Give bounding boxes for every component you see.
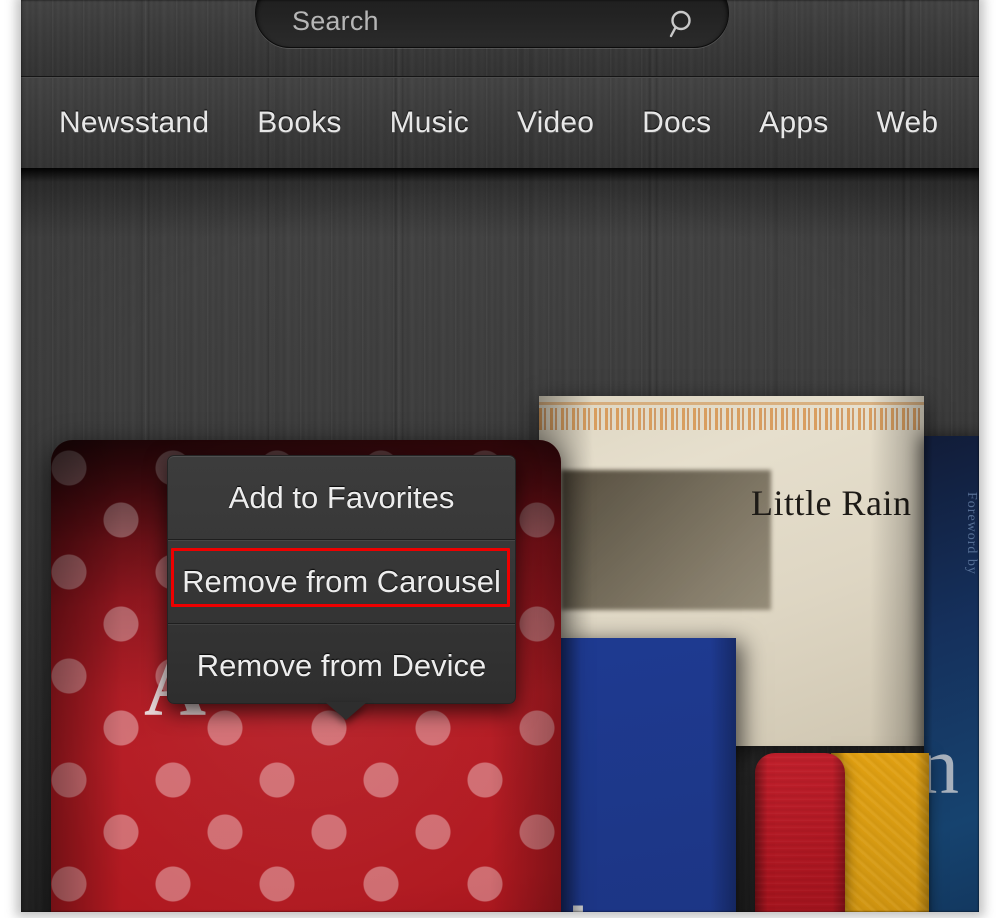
cover-text-line1: her xyxy=(568,893,678,912)
nav-item-newsstand[interactable]: Newsstand xyxy=(59,106,209,140)
menu-pointer-arrow xyxy=(325,702,367,720)
nav-item-web[interactable]: Web xyxy=(876,106,938,140)
cover-vertical-text: Foreword by xyxy=(964,492,979,575)
cover-orange-book[interactable]: IN xyxy=(831,753,929,912)
cover-red-rounded-book[interactable]: X xyxy=(755,753,845,912)
context-menu: Add to Favorites Remove from Carousel Re… xyxy=(167,455,516,720)
cover-inner-shadow xyxy=(561,470,771,610)
menu-item-add-to-favorites[interactable]: Add to Favorites xyxy=(168,456,515,539)
device-screen: Search Newsstand Books Music Video Docs … xyxy=(21,0,979,912)
nav-item-video[interactable]: Video xyxy=(517,106,594,140)
ornament-band xyxy=(539,408,924,430)
nav-drop-shadow xyxy=(21,168,979,182)
screenshot-root: Search Newsstand Books Music Video Docs … xyxy=(0,0,1000,918)
ornament-line xyxy=(539,402,924,405)
search-placeholder: Search xyxy=(292,6,379,36)
menu-item-remove-from-device[interactable]: Remove from Device xyxy=(168,624,515,707)
cover-title-little-rain: Little Rain xyxy=(751,483,912,523)
nav-item-apps[interactable]: Apps xyxy=(759,106,828,140)
search-input[interactable]: Search xyxy=(255,0,729,48)
nav-item-docs[interactable]: Docs xyxy=(642,106,711,140)
menu-item-remove-from-carousel[interactable]: Remove from Carousel xyxy=(168,540,515,623)
nav-list: Newsstand Books Music Video Docs Apps We… xyxy=(21,78,979,168)
cover-letter-n: n xyxy=(924,720,959,811)
top-bar: Search xyxy=(21,0,979,77)
search-icon[interactable] xyxy=(668,9,698,39)
nav-item-books[interactable]: Books xyxy=(257,106,341,140)
cover-blue-spine-book[interactable]: Foreword by n ADGO? xyxy=(924,436,979,912)
cover-blue-book[interactable]: her nel xyxy=(556,638,736,912)
nav-item-music[interactable]: Music xyxy=(390,106,469,140)
nav-bar: Newsstand Books Music Video Docs Apps We… xyxy=(21,78,979,168)
